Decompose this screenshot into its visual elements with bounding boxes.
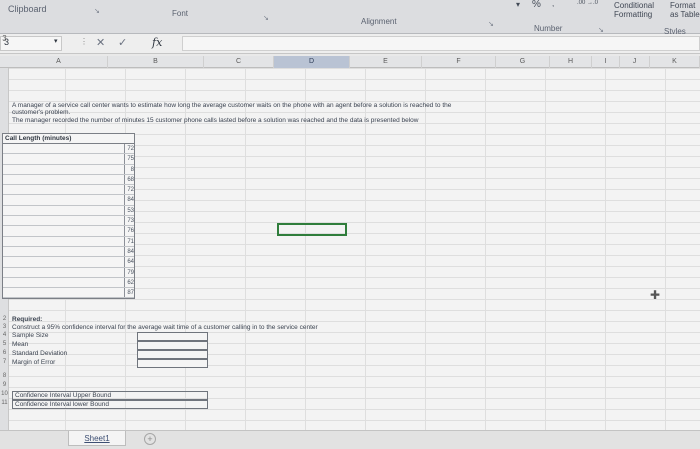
call-length-value[interactable]: 71 [122, 237, 134, 247]
sheet1-tab[interactable]: Sheet1 [68, 431, 126, 446]
call-length-value[interactable]: 87 [122, 288, 134, 298]
call-length-row: 75 [3, 154, 134, 165]
enter-icon[interactable]: ✓ [118, 36, 127, 49]
call-length-value[interactable]: 64 [122, 257, 134, 267]
call-length-row: 64 [3, 257, 134, 268]
column-header-i[interactable]: I [592, 56, 620, 68]
ci-upper-bound-label: Confidence Interval Upper Bound [12, 391, 208, 400]
drag-handle-icon[interactable]: ⋮ [80, 37, 88, 46]
column-header-d[interactable]: D [274, 56, 350, 68]
call-length-row: 79 [3, 267, 134, 278]
intro-text-line2: customer's problem. [12, 109, 71, 116]
ci-lower-bound-label: Confidence Interval lower Bound [12, 400, 208, 409]
column-header-e[interactable]: E [350, 56, 422, 68]
clipboard-launcher-icon[interactable]: ↘ [94, 7, 100, 15]
call-length-row: 72 [3, 185, 134, 196]
margin-of-error-label: Margin of Error [12, 359, 56, 366]
call-length-row: 87 [3, 288, 134, 299]
mean-cell[interactable] [137, 341, 208, 350]
standard-deviation-cell[interactable] [137, 350, 208, 359]
number-launcher-icon[interactable]: ↘ [598, 26, 604, 34]
accounting-dropdown-icon[interactable]: ▾ [516, 0, 520, 9]
row-number: 6 [2, 350, 7, 356]
selected-cell[interactable] [277, 223, 347, 236]
margin-of-error-cell[interactable] [137, 359, 208, 368]
row-number: 11 [1, 400, 8, 406]
call-length-row: 62 [3, 277, 134, 289]
row-number: 10 [1, 391, 8, 397]
call-length-value[interactable]: 8 [122, 165, 134, 175]
column-header-a[interactable]: A [10, 56, 108, 68]
required-label: Required: [12, 316, 43, 323]
column-header-f[interactable]: F [422, 56, 496, 68]
column-header-j[interactable]: J [620, 56, 650, 68]
call-length-value[interactable]: 75 [122, 154, 134, 164]
font-group-label: Font [172, 9, 189, 18]
name-box-dropdown-icon[interactable]: ▾ [54, 37, 58, 45]
call-length-value[interactable]: 68 [122, 175, 134, 185]
call-length-row: 8 [3, 164, 134, 175]
row-number: 4 [2, 332, 7, 338]
call-length-value[interactable]: 76 [122, 226, 134, 236]
call-length-value[interactable]: 84 [122, 247, 134, 257]
column-header-b[interactable]: B [108, 56, 204, 68]
intro-text-line1: A manager of a service call center wants… [12, 102, 452, 109]
call-length-value[interactable]: 62 [122, 278, 134, 288]
row-number: 3 [2, 34, 7, 43]
call-length-header[interactable]: Call Length (minutes) [3, 134, 134, 144]
call-length-row: 76 [3, 226, 134, 237]
font-launcher-icon[interactable]: ↘ [263, 14, 269, 22]
clipboard-group-label: Clipboard [8, 4, 47, 14]
call-length-row: 73 [3, 216, 134, 227]
cancel-icon[interactable]: ✕ [96, 36, 105, 49]
row-number: 9 [2, 382, 7, 388]
alignment-launcher-icon[interactable]: ↘ [488, 20, 494, 28]
column-header-g[interactable]: G [496, 56, 550, 68]
alignment-group-label: Alignment [361, 17, 397, 26]
sheet-tab-bar: Sheet1 + [0, 430, 700, 449]
add-sheet-icon[interactable]: + [144, 433, 156, 445]
ribbon: Clipboard ↘ Font ↘ Alignment ↘ ▾ % , .00… [0, 0, 700, 36]
conditional-formatting-button[interactable]: Conditional Formatting [614, 1, 666, 19]
name-box[interactable]: 3 [0, 36, 62, 51]
row-number: 3 [2, 324, 7, 330]
decimal-buttons[interactable]: .00 →.0 [577, 0, 598, 6]
column-header-k[interactable]: K [650, 56, 700, 68]
required-task: Construct a 95% confidence interval for … [12, 324, 318, 331]
call-length-row: 71 [3, 236, 134, 247]
mean-label: Mean [12, 341, 29, 348]
intro-text-line3: The manager recorded the number of minut… [12, 117, 419, 124]
call-length-row: 68 [3, 174, 134, 186]
number-group-label: Number [534, 24, 563, 33]
sample-size-cell[interactable] [137, 332, 208, 341]
formula-input[interactable] [182, 36, 700, 51]
call-length-row: 84 [3, 246, 134, 258]
call-length-value[interactable]: 72 [122, 144, 134, 154]
call-length-row: 53 [3, 205, 134, 217]
sample-size-label: Sample Size [12, 332, 49, 339]
call-length-value[interactable]: 53 [122, 206, 134, 216]
row-number: 2 [2, 316, 7, 322]
percent-button[interactable]: % [532, 0, 541, 10]
call-length-value[interactable]: 84 [122, 195, 134, 205]
call-length-value[interactable]: 79 [122, 268, 134, 278]
column-header-c[interactable]: C [204, 56, 274, 68]
crosshair-cursor-icon: ✚ [650, 288, 661, 302]
row-number: 8 [2, 373, 7, 379]
call-length-row: 72 [3, 144, 134, 155]
insert-function-icon[interactable]: fx [152, 36, 162, 49]
call-length-table: Call Length (minutes) 72 75 8 68 72 84 53 73 76 7… [2, 133, 135, 300]
column-headers: A B C D E F G H I J K [0, 56, 700, 68]
row-number: 5 [2, 341, 7, 347]
column-header-h[interactable]: H [550, 56, 592, 68]
call-length-value[interactable]: 72 [122, 185, 134, 195]
format-as-table-button[interactable]: Format as Table [670, 1, 700, 19]
row-number: 7 [2, 359, 7, 365]
call-length-row: 84 [3, 195, 134, 206]
standard-deviation-label: Standard Deviation [12, 350, 68, 357]
call-length-value[interactable]: 73 [122, 216, 134, 226]
formula-bar: 3 ▾ ⋮ ✕ ✓ fx [0, 34, 700, 54]
comma-button[interactable]: , [552, 0, 554, 8]
